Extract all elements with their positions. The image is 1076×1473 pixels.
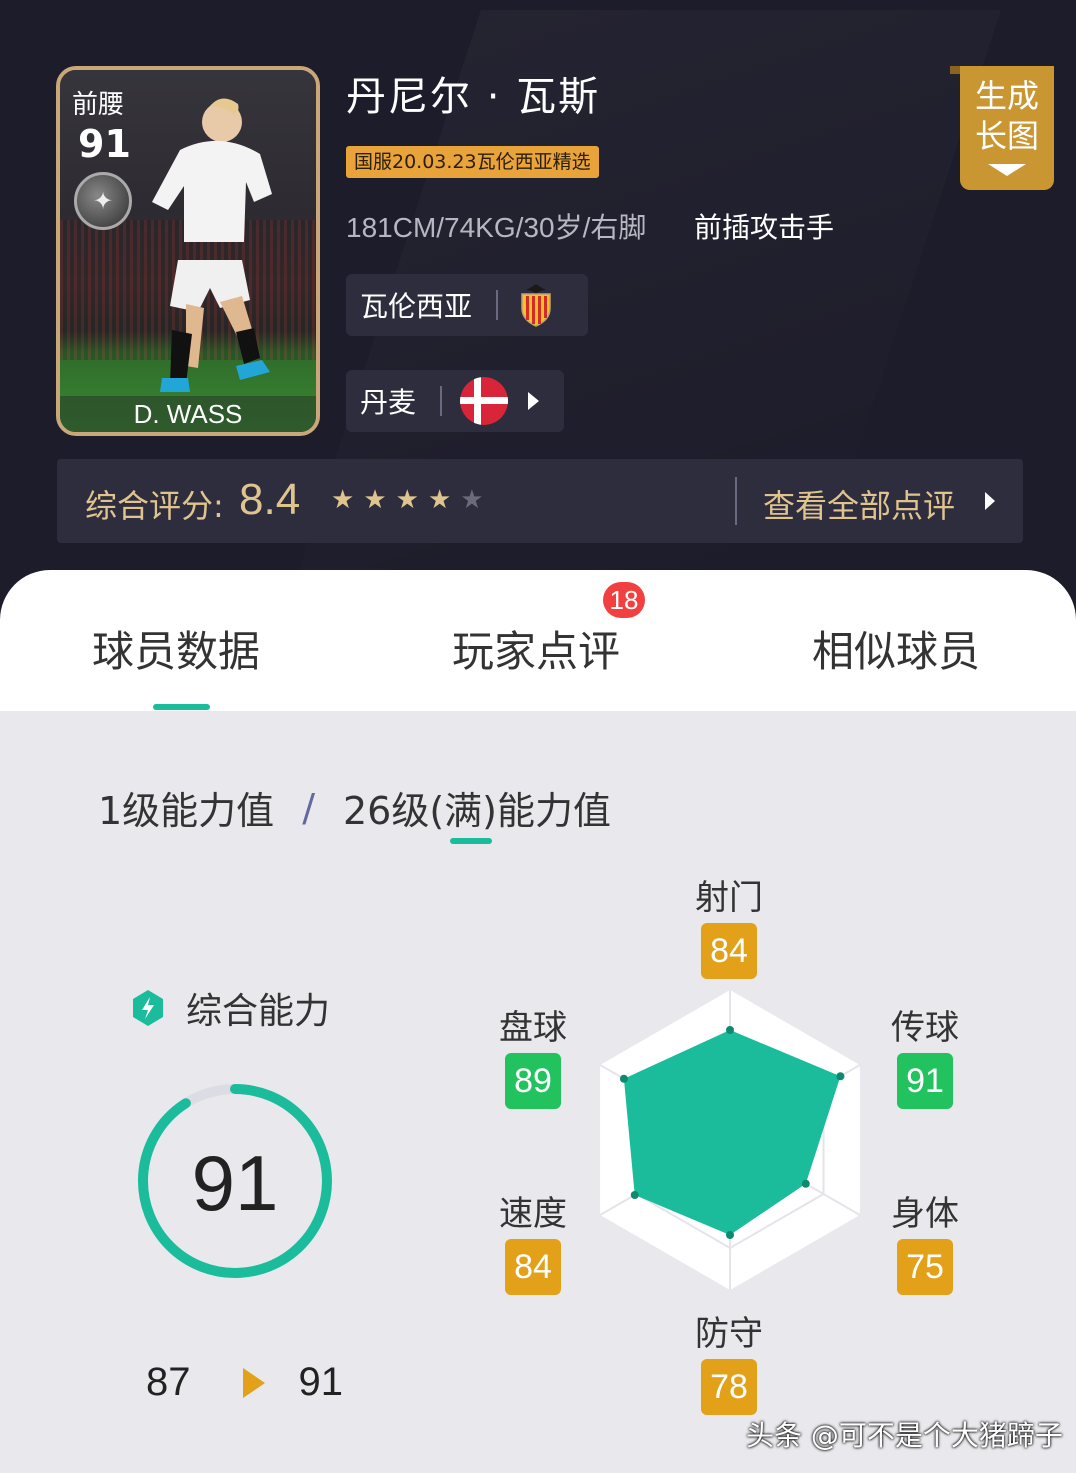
active-tab-indicator — [153, 704, 210, 710]
divider — [440, 386, 443, 416]
chevron-right-icon[interactable] — [985, 492, 995, 510]
radar-point-dribbling — [619, 1074, 628, 1083]
chevron-right-icon — [528, 392, 540, 410]
active-level-indicator — [450, 838, 492, 844]
tab-player-data[interactable]: 球员数据 — [92, 618, 260, 679]
overall-to: 91 — [298, 1360, 344, 1404]
radar-point-passing — [836, 1072, 845, 1081]
review-count-badge: 18 — [603, 582, 645, 618]
club-pill[interactable]: 瓦伦西亚 — [346, 274, 588, 336]
stat-passing: 传球 91 — [875, 1000, 975, 1109]
card-player-name: D. WASS — [60, 396, 316, 432]
overall-title: 综合能力 — [130, 982, 330, 1034]
card-position: 前腰 — [72, 90, 125, 120]
rating-value: 8.4 — [239, 475, 301, 524]
player-card[interactable]: 前腰 91 ✦ D. WASS — [56, 66, 320, 436]
generate-long-image-button[interactable]: 生成 长图 — [950, 66, 1054, 190]
rating-bar: 综合评分: 8.4 ★ ★ ★ ★ ★ 查看全部点评 — [57, 459, 1023, 543]
arrow-down-icon — [988, 164, 1026, 176]
tab-player-reviews[interactable]: 玩家点评 — [452, 618, 620, 679]
stat-physical: 身体 75 — [875, 1186, 975, 1295]
radar-point-physical — [801, 1179, 810, 1188]
generate-label-line2: 长图 — [974, 117, 1039, 155]
stat-dribbling: 盘球 89 — [483, 1000, 583, 1109]
player-info: 181CM/74KG/30岁/右脚 — [346, 212, 647, 243]
stat-value: 78 — [701, 1359, 757, 1415]
star-rating: ★ ★ ★ ★ ★ — [331, 485, 484, 515]
stat-label: 防守 — [695, 1314, 763, 1354]
stats-radar-chart — [599, 990, 861, 1290]
upgrade-row: 87 91 — [146, 1360, 343, 1405]
player-skill-badge-icon: ✦ — [74, 172, 132, 230]
club-name: 瓦伦西亚 — [360, 290, 473, 323]
stat-label: 身体 — [891, 1194, 959, 1234]
star-icon: ★ — [363, 485, 387, 515]
generate-label-line1: 生成 — [974, 77, 1039, 115]
denmark-flag-icon — [460, 377, 509, 425]
lightning-hexagon-icon — [133, 990, 163, 1026]
valencia-crest-icon — [521, 284, 551, 327]
radar-point-shooting — [726, 1026, 734, 1034]
stat-value: 89 — [505, 1053, 561, 1109]
level-max-option[interactable]: 26级(满)能力值 — [343, 780, 611, 835]
stat-shooting: 射门 84 — [679, 870, 779, 979]
stat-speed: 速度 84 — [483, 1186, 583, 1295]
star-icon: ★ — [395, 485, 419, 515]
stat-label: 传球 — [891, 1008, 959, 1048]
stat-defense: 防守 78 — [679, 1306, 779, 1415]
player-header: 前腰 91 ✦ D. WASS 丹尼尔 · 瓦斯 国服20.03.23瓦伦西亚精… — [0, 0, 1076, 620]
stat-value: 91 — [897, 1053, 953, 1109]
star-icon: ★ — [331, 485, 355, 515]
overall-label: 综合能力 — [186, 991, 331, 1032]
tab-similar-players[interactable]: 相似球员 — [812, 618, 980, 679]
level-1-option[interactable]: 1级能力值 — [98, 780, 274, 835]
divider — [735, 477, 737, 525]
overall-value: 91 — [191, 1139, 279, 1227]
card-rating: 91 — [78, 122, 131, 166]
edition-tag: 国服20.03.23瓦伦西亚精选 — [346, 146, 599, 178]
radar-point-defense — [726, 1231, 734, 1239]
stat-value: 75 — [897, 1239, 953, 1295]
star-icon: ★ — [427, 485, 452, 515]
divider — [496, 290, 499, 320]
radar-point-speed — [630, 1191, 639, 1199]
overall-from: 87 — [146, 1360, 191, 1404]
rating-label: 综合评分: — [85, 487, 224, 525]
tab-bar: 球员数据 玩家点评 18 相似球员 — [0, 570, 1076, 711]
stat-label: 速度 — [499, 1194, 567, 1234]
stat-value: 84 — [505, 1239, 561, 1295]
view-all-reviews-link[interactable]: 查看全部点评 — [763, 481, 955, 527]
stat-value: 84 — [701, 923, 757, 979]
nation-name: 丹麦 — [360, 386, 417, 419]
nation-pill[interactable]: 丹麦 — [346, 370, 564, 432]
player-name: 丹尼尔 · 瓦斯 — [346, 74, 601, 120]
level-toggle: 1级能力值 / 26级(满)能力值 — [98, 780, 611, 835]
stat-label: 射门 — [695, 878, 763, 918]
level-separator: / — [302, 785, 315, 830]
star-icon: ★ — [460, 485, 484, 515]
stat-label: 盘球 — [499, 1008, 567, 1048]
watermark: 头条 @可不是个大猪蹄子 — [746, 1419, 1063, 1452]
player-role: 前插攻击手 — [694, 211, 835, 244]
play-arrow-icon — [242, 1367, 265, 1398]
